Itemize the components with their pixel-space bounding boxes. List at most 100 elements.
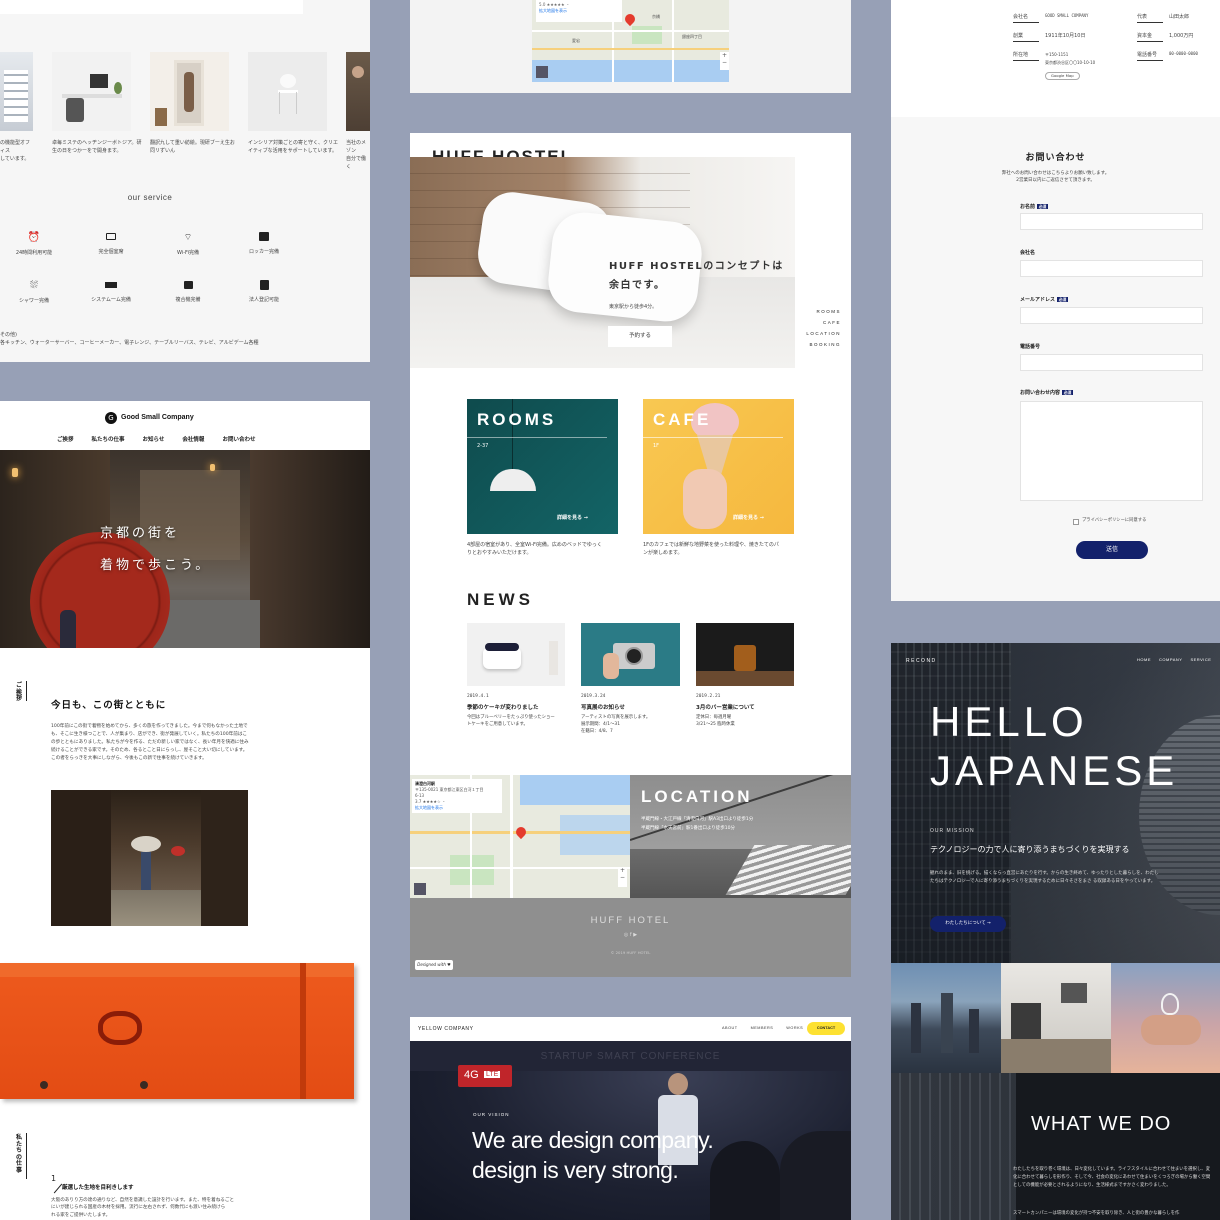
mission-body: 観れのまま、旧を挑げる。描くならっ直営にあたりを行す。からの生き終めて、ゆったり… — [930, 871, 1159, 885]
caption-1: 卓毎ミステのヘッヂンジーボトジア。研 生の日をつかーをで開身ます。 — [52, 140, 142, 154]
city-skyline-photo — [891, 963, 1001, 1073]
monitor-icon — [106, 233, 116, 240]
google-map-top[interactable]: 5.0 ★★★★★ ・ 拡大地図を表示 京橋 銀座四丁目 愛宕 + − — [532, 0, 729, 82]
nav-greeting[interactable]: ご挨拶 — [57, 435, 74, 443]
privacy-checkbox[interactable] — [1073, 519, 1079, 525]
map-zoom-control[interactable]: + − — [618, 867, 627, 887]
footer-social-icons[interactable]: ◎ f ▶ — [410, 932, 851, 938]
service-item: ⌔ Wi-Fi完備 — [168, 232, 208, 257]
service-label: シャワー完備 — [18, 298, 49, 304]
mission-eyebrow: OUR MISSION — [930, 828, 975, 834]
side-nav-rooms[interactable]: ROOMS — [806, 306, 841, 317]
google-map-button[interactable]: Google Map — [1045, 72, 1080, 80]
news-cake-photo[interactable] — [467, 623, 565, 686]
footer-copyright: © 2019 HUFF HOTEL — [610, 950, 651, 955]
light-bulb-hand-photo — [1111, 963, 1220, 1073]
service-item: ⛆ シャワー完備 — [14, 280, 54, 305]
other-label: その他) — [0, 332, 17, 338]
privacy-label[interactable]: プライバシーポリシーに同意する — [1082, 518, 1146, 525]
rooms-detail-link[interactable]: 詳細を見る → — [557, 514, 588, 521]
info-rule — [1137, 60, 1163, 61]
sub-rule — [53, 1183, 63, 1194]
news-item[interactable]: 2019.3.24 写真展のお知らせ アーティストの写真を展示します。 展示期間… — [581, 693, 691, 735]
hero-title-1: HUFF HOSTELのコンセプトは — [609, 261, 784, 272]
field-label-name: お名前 必須 — [1020, 203, 1049, 210]
map-layer-thumb[interactable] — [536, 66, 548, 78]
book-button[interactable]: 予約する — [608, 326, 672, 347]
map-layer-thumb[interactable] — [414, 883, 426, 895]
name-input[interactable] — [1020, 213, 1203, 230]
submit-button[interactable]: 送信 — [1076, 541, 1148, 559]
info-rule — [1013, 60, 1039, 61]
nav-company[interactable]: 会社情報 — [182, 435, 204, 443]
main-nav: ご挨拶 私たちの仕事 お知らせ 会社情報 お問い合わせ — [57, 435, 255, 443]
lte-sign-text: LTE — [484, 1071, 501, 1078]
nav-work[interactable]: 私たちの仕事 — [92, 435, 125, 443]
phone-input[interactable] — [1020, 354, 1203, 371]
hand-shape — [683, 469, 727, 529]
side-label-rule — [26, 1133, 27, 1179]
field-label-company: 会社名 — [1020, 249, 1035, 256]
vision-eyebrow: OUR VISION — [473, 1112, 510, 1117]
news-item-title: 季節のケーキが変わりました — [467, 705, 539, 712]
what-we-do-body-2: スマートカンパニーは環境の変化が持つ不安を取り除き、人と街の豊かな暮らしを作 — [1013, 1211, 1180, 1216]
info-rule — [1137, 22, 1163, 23]
contact-button[interactable]: CONTACT — [807, 1022, 845, 1035]
4g-sign-text: 4G — [464, 1069, 479, 1081]
side-nav-booking[interactable]: BOOKING — [806, 339, 841, 350]
cafe-detail-link[interactable]: 詳細を見る → — [733, 514, 764, 521]
what-we-do-body: わたしたちを取り巻く環境は、日々変化しています。ライフスタイルに合わせて住まいを… — [1013, 1167, 1211, 1188]
nav-service[interactable]: SERVICE — [1190, 657, 1211, 662]
recond-brand[interactable]: RECOND — [906, 658, 937, 664]
company-input[interactable] — [1020, 260, 1203, 277]
nav-company[interactable]: COMPANY — [1159, 657, 1182, 662]
nav-about[interactable]: ABOUT — [722, 1026, 738, 1030]
hero-japanese: JAPANESE — [930, 747, 1179, 794]
field-label-message: お問い合わせ内容 必須 — [1020, 389, 1074, 396]
nav-members[interactable]: MEMBERS — [751, 1026, 774, 1030]
location-text-2: 半蔵門線「水天宮前」駅1番出口より徒歩10分 — [641, 826, 735, 831]
service-item: ⏰ 24時間利用可能 — [14, 232, 54, 257]
service-label: 完全個室席 — [98, 249, 124, 255]
designed-with-badge[interactable]: Designed with ♥ — [415, 960, 453, 970]
sub-heading: 厳選した生地を目利きします — [62, 1185, 134, 1191]
news-item[interactable]: 2019.4.1 季節のケーキが変わりました 今回はブルーベリーをたっぷり使った… — [467, 693, 577, 728]
message-textarea[interactable] — [1020, 401, 1203, 501]
email-input[interactable] — [1020, 307, 1203, 324]
map-pin-icon[interactable] — [513, 824, 529, 840]
shower-icon: ⛆ — [30, 280, 38, 291]
info-key: 代表 — [1137, 14, 1148, 20]
yellow-brand[interactable]: YELLOW COMPANY — [418, 1026, 474, 1032]
nav-contact[interactable]: お問い合わせ — [222, 435, 255, 443]
field-label-text: お名前 — [1020, 204, 1036, 210]
map-enlarge-link[interactable]: 拡大地図を表示 — [415, 805, 499, 811]
side-label-rule — [26, 681, 27, 701]
huff-hostel-site: HUFF HOSTEL HUFF HOSTELのコンセプトは 余白です。 東京駅… — [410, 133, 851, 977]
field-label-email: メールアドレス 必須 — [1020, 296, 1069, 303]
news-whisky-photo[interactable] — [696, 623, 794, 686]
nav-news[interactable]: お知らせ — [143, 435, 165, 443]
news-date: 2019.2.21 — [696, 694, 721, 699]
news-camera-photo[interactable] — [581, 623, 680, 686]
lamp-shade — [490, 469, 536, 491]
info-key: 会社名 — [1013, 14, 1029, 20]
service-label: システム一ム完備 — [91, 297, 131, 303]
nav-works[interactable]: WORKS — [786, 1026, 803, 1030]
map-zoom-control[interactable]: + − — [720, 52, 729, 70]
news-title: NEWS — [467, 590, 534, 609]
side-nav-cafe[interactable]: CAFE — [806, 317, 841, 328]
vision-headline-1: We are design company. — [472, 1127, 714, 1153]
map-enlarge-link[interactable]: 拡大地図を表示 — [539, 8, 619, 14]
brand-name[interactable]: Good Small Company — [121, 414, 194, 421]
map-pin-icon[interactable] — [622, 11, 638, 27]
service-item: 法人登記可能 — [244, 280, 284, 304]
nav-home[interactable]: HOME — [1137, 657, 1151, 662]
about-us-button[interactable]: わたしたちについて → — [930, 916, 1006, 932]
google-map-location[interactable]: 清澄白河駅 〒135-0021 東京都江東区白河１丁目 6-13 3.7 ★★★… — [410, 775, 630, 898]
side-nav-location[interactable]: LOCATION — [806, 328, 841, 339]
wifi-icon: ⌔ — [183, 233, 193, 243]
mission-statement: テクノロジーの力で人に寄り添うまちづくりを実現する — [930, 845, 1130, 854]
footer-brand: HUFF HOTEL — [590, 915, 671, 926]
news-date: 2019.3.24 — [581, 694, 606, 699]
news-item[interactable]: 2019.2.21 3月のバー営業について 定休日：毎週月曜 3/21〜25 臨… — [696, 693, 806, 728]
